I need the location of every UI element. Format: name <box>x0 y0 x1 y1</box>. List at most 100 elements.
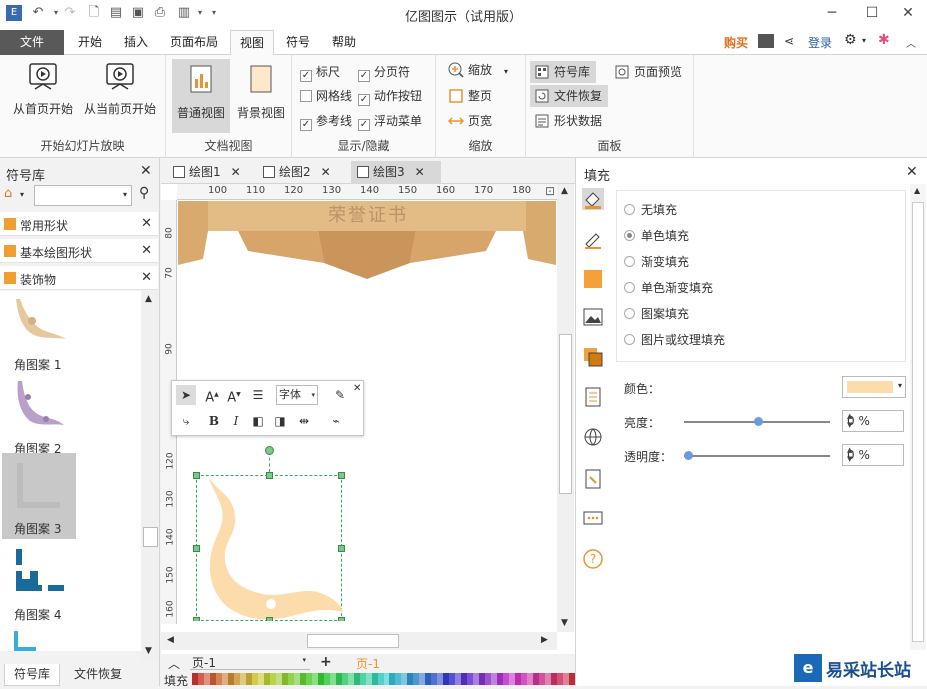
page-width-button[interactable]: 页宽 <box>444 110 492 132</box>
shadow-icon[interactable] <box>582 268 604 290</box>
search-dropdown-icon[interactable]: ▾ <box>123 190 127 199</box>
scroll-thumb[interactable] <box>143 527 158 547</box>
from-first-page-button[interactable]: 从首页开始 <box>8 59 78 117</box>
save-icon[interactable]: ▣ <box>130 5 146 21</box>
align-icon[interactable]: ☰ <box>248 385 268 405</box>
zoom-button[interactable]: 缩放 ▾ <box>444 59 522 81</box>
symbol-corner-3[interactable]: 角图案 3 <box>2 453 76 539</box>
increase-font-icon[interactable]: A▲ <box>202 385 222 405</box>
close-tab-icon[interactable]: ✕ <box>231 165 241 179</box>
store-icon[interactable] <box>758 34 774 48</box>
symbol-list-scrollbar[interactable]: ▲ ▼ <box>142 291 159 661</box>
close-category-icon[interactable]: ✕ <box>141 270 152 285</box>
guide-checkbox[interactable]: ✓ 参考线 <box>300 112 352 131</box>
symbol-library-button[interactable]: 符号库 <box>530 61 596 83</box>
close-category-icon[interactable]: ✕ <box>141 216 152 231</box>
customize-toolbar-icon[interactable]: ▾ <box>206 5 222 21</box>
shape-data-button[interactable]: 形状数据 <box>530 110 602 132</box>
fill-option-gradient[interactable]: 渐变填充 <box>624 253 689 271</box>
line-style-icon[interactable] <box>582 228 604 250</box>
fill-option-solid[interactable]: 单色填充 <box>624 227 689 245</box>
grid-checkbox[interactable]: 网格线 <box>300 87 352 105</box>
scroll-up-icon[interactable]: ▲ <box>914 186 920 195</box>
page-break-checkbox[interactable]: ✓ 分页符 <box>358 63 410 82</box>
whole-page-button[interactable]: 整页 <box>444 85 492 107</box>
select-pointer-icon[interactable]: ➤ <box>176 385 196 405</box>
page-tab[interactable]: 页-1 <box>356 655 380 672</box>
symbol-corner-4[interactable]: 角图案 4 <box>2 541 76 625</box>
scroll-left-icon[interactable]: ◀ <box>167 635 174 645</box>
scroll-up-icon[interactable]: ▲ <box>561 186 568 196</box>
page-select[interactable]: 页-1 ▾ <box>190 654 310 670</box>
tab-page-layout[interactable]: 页面布局 <box>164 30 224 55</box>
doc-tab-2[interactable]: 绘图2 ✕ <box>257 161 341 184</box>
ruler-checkbox[interactable]: ✓ 标尺 <box>300 63 340 82</box>
symbol-corner-1[interactable]: 角图案 1 <box>2 291 76 375</box>
globe-icon[interactable] <box>582 426 604 448</box>
transparency-slider[interactable] <box>684 455 830 457</box>
bring-front-icon[interactable]: ◧ <box>248 411 268 431</box>
collapse-ribbon-icon[interactable]: ︿ <box>906 35 916 50</box>
symbol-search-input[interactable]: ▾ <box>34 185 132 206</box>
close-tab-icon[interactable]: ✕ <box>415 165 425 179</box>
search-icon[interactable]: ⚲ <box>139 185 149 201</box>
canvas-horizontal-scrollbar[interactable]: ◀ ▶ <box>161 632 557 650</box>
collapse-pages-icon[interactable]: ︿ <box>168 655 180 672</box>
scroll-down-icon[interactable]: ▼ <box>561 618 568 628</box>
export-icon[interactable]: ▥ <box>176 5 192 21</box>
connector-icon[interactable]: ⤷ <box>176 411 196 431</box>
attachment-icon[interactable] <box>582 468 604 490</box>
add-page-icon[interactable]: + <box>320 654 332 670</box>
symbol-corner-2[interactable]: 角图案 2 <box>2 375 76 459</box>
brightness-input[interactable]: 0 % ▲ ▼ <box>842 410 904 432</box>
float-menu-checkbox[interactable]: ✓ 浮动菜单 <box>358 112 422 131</box>
italic-icon[interactable]: I <box>226 411 246 431</box>
canvas-vertical-scrollbar[interactable]: ▲ ▼ <box>557 184 574 632</box>
buy-link[interactable]: 购买 <box>724 34 748 51</box>
panel-scrollbar[interactable]: ▲ <box>910 184 926 650</box>
doc-tab-3[interactable]: 绘图3 ✕ <box>351 161 441 184</box>
close-panel-icon[interactable]: ✕ <box>140 163 152 179</box>
close-category-icon[interactable]: ✕ <box>141 243 152 258</box>
page-preview-button[interactable]: 页面预览 <box>610 61 682 83</box>
tab-file[interactable]: 文件 <box>0 30 64 55</box>
tab-home[interactable]: 开始 <box>70 30 110 55</box>
scroll-down-icon[interactable]: ▼ <box>145 646 152 656</box>
ruler-settings-icon[interactable]: ⊡ <box>545 184 557 200</box>
font-name-select[interactable]: 字体 ▾ <box>276 385 318 405</box>
undo-icon[interactable]: ↶ <box>30 5 46 21</box>
background-view-button[interactable]: 背景视图 <box>232 59 290 121</box>
category-row[interactable]: 常用形状 ✕ <box>0 212 158 236</box>
format-painter-icon[interactable]: ✎ <box>330 385 350 405</box>
share-icon[interactable]: ⋖ <box>784 34 794 48</box>
transparency-input[interactable]: 0 % ▲ ▼ <box>842 444 904 466</box>
page-properties-icon[interactable] <box>582 386 604 408</box>
fill-bucket-icon[interactable] <box>582 188 604 210</box>
fill-option-single-gradient[interactable]: 单色渐变填充 <box>624 279 713 297</box>
login-link[interactable]: 登录 <box>808 34 832 51</box>
scroll-up-icon[interactable]: ▲ <box>145 294 152 304</box>
doc-tab-1[interactable]: 绘图1 ✕ <box>167 161 251 184</box>
scroll-thumb[interactable] <box>559 334 572 494</box>
scroll-right-icon[interactable]: ▶ <box>541 635 548 645</box>
tab-view[interactable]: 视图 <box>230 30 274 56</box>
color-palette[interactable] <box>192 673 575 685</box>
send-back-icon[interactable]: ◨ <box>270 411 290 431</box>
help-icon[interactable]: ? <box>582 548 604 570</box>
from-current-page-button[interactable]: 从当前页开始 <box>80 59 160 117</box>
selected-shape[interactable] <box>193 446 345 621</box>
comment-icon[interactable] <box>582 508 604 530</box>
spin-up-icon[interactable]: ▲ <box>847 446 901 454</box>
distribute-icon[interactable]: ⇹ <box>294 411 314 431</box>
close-toolbar-icon[interactable]: ✕ <box>353 383 361 394</box>
symbol-corner-5[interactable] <box>2 627 76 651</box>
resize-handle[interactable] <box>338 617 345 621</box>
rotate-handle[interactable] <box>265 446 274 455</box>
layers-icon[interactable] <box>582 346 604 368</box>
decrease-font-icon[interactable]: A▼ <box>224 385 244 405</box>
resize-handle[interactable] <box>193 545 200 552</box>
resize-handle[interactable] <box>193 617 200 621</box>
color-picker[interactable]: ▾ <box>842 376 906 398</box>
spin-up-icon[interactable]: ▲ <box>847 412 901 420</box>
settings-gear-icon[interactable]: ⚙ <box>844 32 857 48</box>
